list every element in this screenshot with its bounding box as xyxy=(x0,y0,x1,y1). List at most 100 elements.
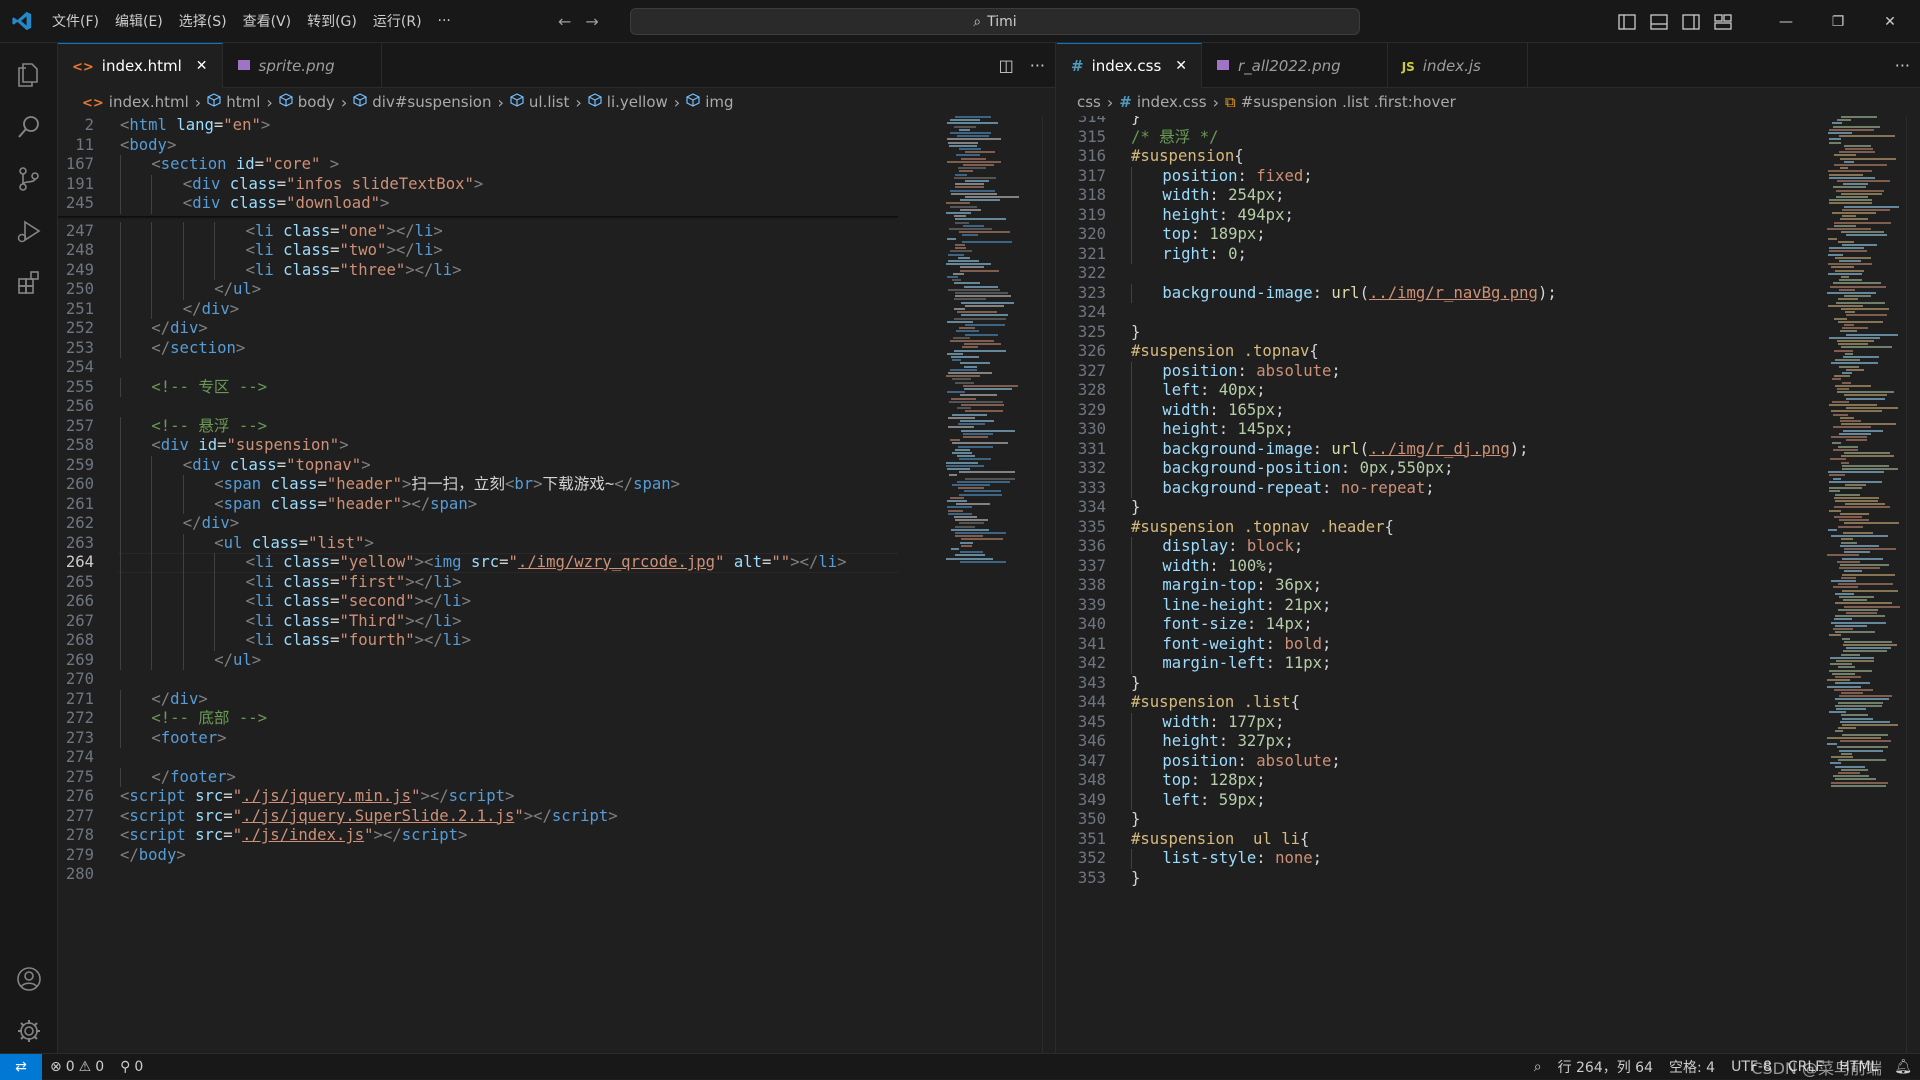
breadcrumb-item[interactable]: css xyxy=(1077,93,1101,111)
indent-guide xyxy=(1131,205,1132,225)
tab-r-all2022-png[interactable]: r_all2022.png xyxy=(1202,43,1388,88)
restore-button[interactable]: ❐ xyxy=(1812,0,1864,43)
line-number: 320 xyxy=(1077,225,1106,243)
tab-index-js[interactable]: JS index.js xyxy=(1388,43,1528,88)
source-control-icon[interactable] xyxy=(0,153,58,205)
minimap-line xyxy=(1835,256,1871,259)
css-file-icon: # xyxy=(1119,93,1132,111)
code-line: 322 xyxy=(1057,264,1817,284)
breadcrumb-item[interactable]: # index.css xyxy=(1119,93,1206,111)
line-content: <script src="./js/index.js"></script> xyxy=(120,826,467,846)
code-line: 274 xyxy=(58,748,898,768)
close-window-button[interactable]: ✕ xyxy=(1864,0,1916,43)
token: width xyxy=(1162,186,1210,204)
line-content: #suspension .topnav{ xyxy=(1131,342,1319,362)
remote-indicator-button[interactable]: ⇄ xyxy=(0,1053,42,1080)
split-editor-icon[interactable]: ◫ xyxy=(999,56,1014,75)
minimap-line xyxy=(1838,772,1860,774)
breadcrumb-item[interactable]: ul.list xyxy=(510,93,569,111)
back-arrow-icon[interactable]: ← xyxy=(558,12,571,31)
html-code-area[interactable]: 2 <html lang="en"> 11 <body> 167 <section id=… xyxy=(58,116,1055,1053)
tab-index-html[interactable]: <> index.html ✕ xyxy=(58,43,223,88)
manage-gear-icon[interactable] xyxy=(0,1005,58,1057)
notifications-icon[interactable]: 🔔︎ xyxy=(1886,1059,1920,1075)
warning-icon: ⚠ xyxy=(78,1058,92,1075)
code-line: 321 right: 0; xyxy=(1057,244,1817,264)
run-debug-icon[interactable] xyxy=(0,205,58,257)
minimap-line xyxy=(948,141,978,144)
css-code-area[interactable]: 314} 315/* 悬浮 */316 #suspension{317 positio… xyxy=(1057,116,1920,1053)
cursor-position[interactable]: 行 264，列 64 xyxy=(1550,1057,1661,1077)
problems-indicator[interactable]: ⊗ 0 ⚠ 0 xyxy=(42,1059,112,1075)
ports-indicator[interactable]: ⚲ 0 xyxy=(112,1059,151,1075)
menu-item[interactable]: 选择(S) xyxy=(171,11,235,31)
tab-label: sprite.png xyxy=(258,56,335,75)
menu-item[interactable]: 文件(F) xyxy=(44,11,107,31)
close-tab-icon[interactable]: ✕ xyxy=(1175,58,1187,74)
token: li xyxy=(254,572,274,591)
minimap-line xyxy=(1828,272,1862,275)
minimap-line xyxy=(1832,442,1841,445)
toggle-primary-sidebar-icon[interactable] xyxy=(1618,13,1636,30)
minimap-line xyxy=(1839,288,1855,291)
breadcrumb-item[interactable]: ⧉ #suspension .list .first:hover xyxy=(1225,93,1456,111)
more-actions-icon[interactable]: ··· xyxy=(1895,56,1910,75)
minimap-line xyxy=(954,317,1006,320)
toggle-secondary-sidebar-icon[interactable] xyxy=(1682,13,1700,30)
line-number: 340 xyxy=(1077,615,1106,633)
code-line: 264 <li class="yellow"><img src="./img/wz… xyxy=(58,553,898,573)
breadcrumb-item[interactable]: html xyxy=(207,93,260,111)
breadcrumb-item[interactable]: <> index.html xyxy=(82,93,189,111)
cube-icon xyxy=(510,93,524,111)
tab-index-css[interactable]: # index.css ✕ xyxy=(1057,43,1202,88)
minimap-line xyxy=(965,196,1019,198)
minimap-line xyxy=(1834,496,1879,499)
menu-item[interactable]: 编辑(E) xyxy=(107,11,171,31)
accounts-icon[interactable] xyxy=(0,953,58,1005)
minimap-line xyxy=(1830,458,1846,461)
zoom-icon[interactable]: ⌕ xyxy=(1526,1059,1550,1075)
menu-item[interactable]: 运行(R) xyxy=(365,11,430,31)
minimap-line xyxy=(1835,493,1860,496)
code-line: 277 <script src="./js/jquery.SuperSlide.2… xyxy=(58,807,898,827)
minimize-button[interactable]: — xyxy=(1760,0,1812,43)
minimap-line xyxy=(1828,132,1852,134)
menu-item[interactable]: 转到(G) xyxy=(299,11,365,31)
token: absolute xyxy=(1256,751,1332,770)
tab-sprite-png[interactable]: sprite.png xyxy=(223,43,382,88)
indent-guide xyxy=(1131,420,1132,440)
minimap-line xyxy=(1845,503,1885,506)
toggle-panel-icon[interactable] xyxy=(1650,13,1668,30)
token: < xyxy=(151,728,161,747)
code-line: 332 background-position: 0px,550px; xyxy=(1057,459,1817,479)
close-tab-icon[interactable]: ✕ xyxy=(196,58,208,74)
token: : xyxy=(1256,576,1276,594)
status-bar: ⇄ ⊗ 0 ⚠ 0 ⚲ 0 ⌕ 行 264，列 64 空格: 4 UTF-8 C… xyxy=(0,1053,1920,1080)
extensions-icon[interactable] xyxy=(0,257,58,309)
indent-guide xyxy=(151,514,153,534)
line-content: background-repeat: no-repeat; xyxy=(1162,479,1434,499)
explorer-icon[interactable] xyxy=(0,49,58,101)
customize-layout-icon[interactable] xyxy=(1714,13,1732,30)
menu-item[interactable]: 查看(V) xyxy=(235,11,300,31)
token: " xyxy=(232,806,243,825)
token: ./js/jquery.SuperSlide.2.1.js xyxy=(242,806,515,825)
token: < xyxy=(120,826,130,844)
menu-item[interactable]: ··· xyxy=(430,13,459,29)
search-view-icon[interactable] xyxy=(0,101,58,153)
breadcrumb-item[interactable]: div#suspension xyxy=(353,93,491,111)
indentation[interactable]: 空格: 4 xyxy=(1661,1057,1723,1077)
command-center-search[interactable]: ⌕ Timi xyxy=(630,8,1360,35)
breadcrumb-item[interactable]: img xyxy=(686,93,734,111)
left-minimap[interactable] xyxy=(946,116,1046,1053)
token: = xyxy=(330,553,340,571)
right-scrollbar[interactable] xyxy=(1906,116,1920,1053)
indent-guide xyxy=(120,338,121,358)
breadcrumb-item[interactable]: li.yellow xyxy=(588,93,668,111)
more-actions-icon[interactable]: ··· xyxy=(1030,56,1045,75)
forward-arrow-icon[interactable]: → xyxy=(585,12,598,31)
left-scrollbar[interactable] xyxy=(1042,116,1056,1053)
token: absolute xyxy=(1256,361,1332,380)
token: > xyxy=(533,475,543,493)
breadcrumb-item[interactable]: body xyxy=(279,93,335,111)
